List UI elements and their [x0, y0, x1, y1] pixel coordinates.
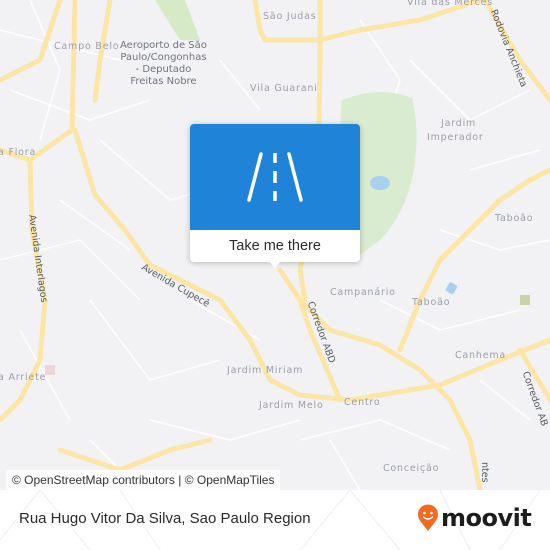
place-label-taboao: Taboão	[495, 213, 534, 224]
lake	[370, 176, 390, 190]
popup-pointer	[269, 261, 281, 268]
place-label-jardim-melo: Jardim Melo	[259, 400, 324, 411]
attribution-separator: |	[174, 473, 185, 487]
poi-label-line: Aeroporto de São	[120, 40, 207, 51]
poi-label-line: - Deputado	[135, 64, 192, 75]
water-body	[445, 282, 458, 295]
map-attribution: © OpenStreetMap contributors | © OpenMap…	[6, 470, 281, 490]
place-label-vila-flora: a Flora	[0, 147, 37, 158]
moovit-logo[interactable]: moovit	[417, 504, 532, 532]
place-label-jardim-imperador-2: Imperador	[427, 132, 484, 143]
road-label-partial: ntes	[479, 462, 490, 483]
place-label-vila-guarani: Vila Guarani	[250, 83, 318, 94]
openmaptiles-attribution-link[interactable]: © OpenMapTiles	[185, 473, 275, 487]
take-me-there-button[interactable]: Take me there	[190, 230, 360, 262]
place-label-vila-das-merces: Vila das Mercês	[407, 0, 493, 8]
place-label-jardim-miriam: Jardim Miriam	[227, 365, 304, 376]
place-label-sao-judas: São Judas	[263, 11, 317, 22]
airport-runway-area	[155, 0, 200, 40]
road-icon	[247, 152, 303, 202]
landuse-patch	[45, 365, 55, 375]
place-label-vila-arriete: a Arriete	[0, 372, 47, 383]
location-address: Rua Hugo Vitor Da Silva, Sao Paulo Regio…	[19, 510, 311, 527]
place-label-centro: Centro	[344, 397, 381, 408]
osm-attribution-link[interactable]: © OpenStreetMap contributors	[12, 473, 175, 487]
place-label-campanario: Campanário	[330, 287, 396, 298]
place-label-canhema: Canhema	[455, 350, 507, 361]
moovit-pin-icon	[418, 504, 438, 531]
map-canvas[interactable]: Campo Belo São Judas Vila das Mercês Vil…	[0, 0, 550, 490]
place-label-campo-belo: Campo Belo	[54, 41, 120, 52]
place-label-jardim-imperador: Jardim	[441, 118, 477, 129]
popup-hero[interactable]	[190, 124, 360, 230]
take-me-there-popup[interactable]: Take me there	[190, 124, 360, 268]
moovit-wordmark: moovit	[441, 504, 532, 532]
poi-label-line: Freitas Nobre	[130, 76, 197, 87]
place-label-taboao-2: Taboão	[412, 297, 451, 308]
poi-label-line: Paulo/Congonhas	[120, 52, 207, 63]
poi-label-airport: Aeroporto de São Paulo/Congonhas - Deput…	[120, 40, 207, 88]
green-patch	[520, 295, 530, 305]
footer: Rua Hugo Vitor Da Silva, Sao Paulo Regio…	[0, 490, 550, 550]
place-label-conceicao: Conceição	[383, 463, 440, 474]
